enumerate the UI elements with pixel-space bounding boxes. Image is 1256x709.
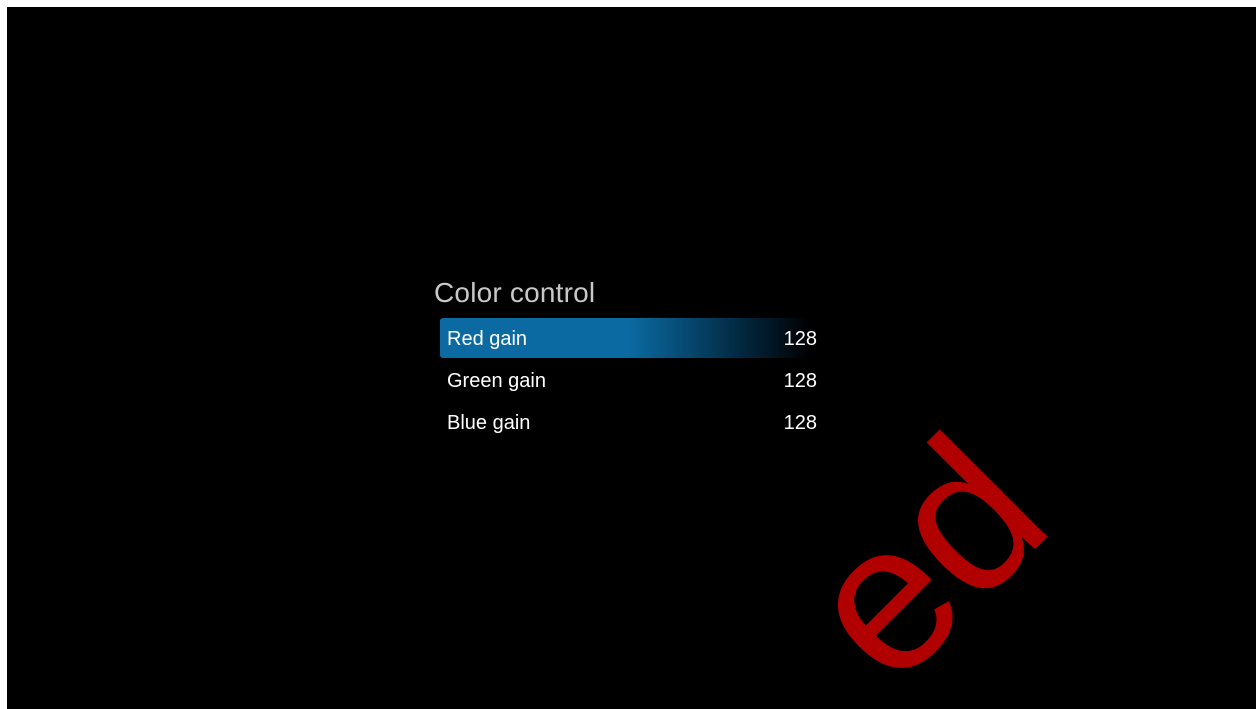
- panel-title: Color control: [434, 277, 596, 308]
- menu-item-value: 128: [783, 370, 817, 392]
- menu-item-label: Red gain: [447, 328, 528, 350]
- tv-screen: Color control Red gain 128 Green gain 12…: [7, 7, 1256, 709]
- watermark: ed: [757, 392, 1090, 709]
- settings-list: Red gain 128 Green gain 128 Blue gain 12…: [440, 318, 834, 444]
- menu-item-value: 128: [783, 328, 817, 350]
- menu-item-green-gain[interactable]: Green gain 128: [440, 360, 834, 400]
- menu-item-label: Green gain: [447, 370, 546, 392]
- menu-item-blue-gain[interactable]: Blue gain 128: [440, 402, 834, 442]
- menu-item-red-gain[interactable]: Red gain 128: [440, 318, 834, 358]
- menu-item-label: Blue gain: [447, 412, 531, 434]
- menu-item-value: 128: [783, 412, 817, 434]
